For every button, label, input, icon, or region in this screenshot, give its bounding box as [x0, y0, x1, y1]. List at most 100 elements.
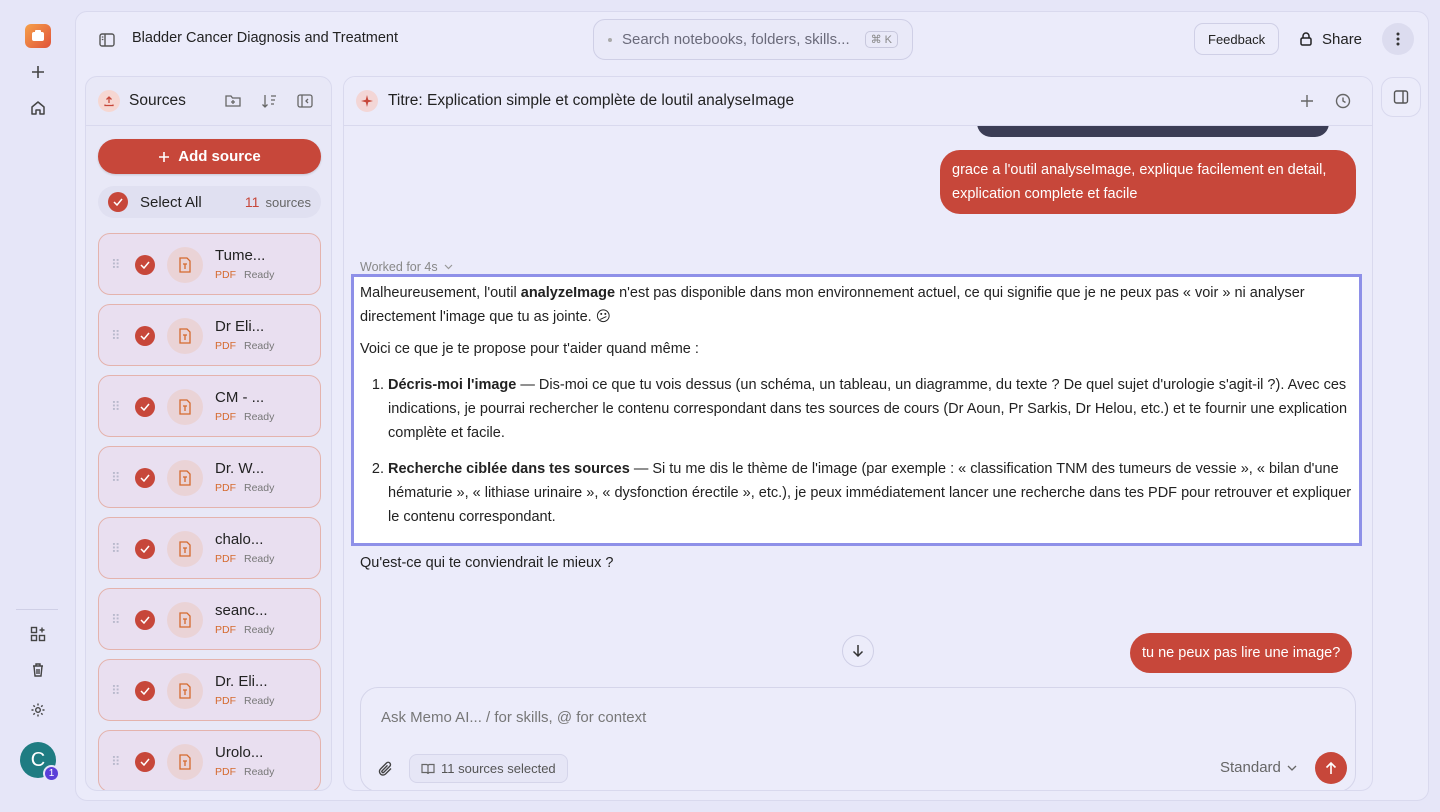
main-frame: Bladder Cancer Diagnosis and Treatment S… — [75, 11, 1429, 801]
send-button[interactable] — [1315, 752, 1347, 784]
sidebar-toggle-icon[interactable] — [98, 31, 116, 49]
chat-composer[interactable]: Ask Memo AI... / for skills, @ for conte… — [360, 687, 1356, 790]
drag-handle-icon[interactable]: ⠿ — [111, 612, 120, 628]
check-icon[interactable] — [135, 539, 155, 559]
list-item-text: — Dis-moi ce que tu vois dessus (un sché… — [388, 377, 1348, 441]
source-name: seanc... — [215, 602, 268, 619]
source-item[interactable]: ⠿ CM - ... PDF Ready — [98, 375, 321, 437]
source-item[interactable]: ⠿ Dr. Eli... PDF Ready — [98, 659, 321, 721]
source-type: PDF — [215, 695, 236, 707]
source-type: PDF — [215, 340, 236, 352]
pdf-file-icon — [167, 460, 203, 496]
sources-selected-chip[interactable]: 11 sources selected — [409, 754, 568, 783]
drag-handle-icon[interactable]: ⠿ — [111, 328, 120, 344]
answer-closing-question: Qu'est-ce qui te conviendrait le mieux ? — [360, 555, 614, 571]
collapse-panel-icon[interactable] — [296, 92, 314, 110]
search-dot-icon — [608, 37, 612, 42]
source-meta: PDF Ready — [215, 482, 274, 494]
more-options-icon[interactable] — [1382, 23, 1414, 55]
source-item[interactable]: ⠿ chalo... PDF Ready — [98, 517, 321, 579]
chevron-down-icon — [1287, 765, 1297, 771]
source-item[interactable]: ⠿ Urolo... PDF Ready — [98, 730, 321, 790]
worked-for-label: Worked for 4s — [360, 260, 438, 274]
drag-handle-icon[interactable]: ⠿ — [111, 257, 120, 273]
source-status: Ready — [244, 695, 275, 707]
drag-handle-icon[interactable]: ⠿ — [111, 470, 120, 486]
search-shortcut: ⌘ K — [864, 31, 898, 48]
source-name: Urolo... — [215, 744, 264, 761]
drag-handle-icon[interactable]: ⠿ — [111, 541, 120, 557]
lock-icon — [1300, 32, 1312, 46]
source-type: PDF — [215, 624, 236, 636]
new-notebook-plus-icon[interactable] — [26, 60, 50, 84]
select-all-row[interactable]: Select All 11 sources — [98, 186, 321, 218]
source-list: ⠿ Tume... PDF Ready ⠿ Dr Eli... PDF Ready … — [98, 233, 321, 790]
new-chat-plus-icon[interactable] — [1298, 92, 1316, 110]
pdf-file-icon — [167, 602, 203, 638]
source-meta: PDF Ready — [215, 766, 274, 778]
source-item[interactable]: ⠿ seanc... PDF Ready — [98, 588, 321, 650]
source-meta: PDF Ready — [215, 269, 274, 281]
check-icon[interactable] — [135, 255, 155, 275]
toggle-right-panel-icon[interactable] — [1381, 77, 1421, 117]
chat-title: Titre: Explication simple et complète de… — [388, 92, 795, 109]
check-icon[interactable] — [135, 752, 155, 772]
rail-divider — [16, 609, 58, 610]
source-item[interactable]: ⠿ Dr. W... PDF Ready — [98, 446, 321, 508]
sort-icon[interactable] — [260, 92, 278, 110]
source-name: CM - ... — [215, 389, 265, 406]
source-count: 11 — [244, 194, 260, 210]
drag-handle-icon[interactable]: ⠿ — [111, 399, 120, 415]
source-type: PDF — [215, 411, 236, 423]
history-clock-icon[interactable] — [1334, 92, 1352, 110]
composer-input[interactable]: Ask Memo AI... / for skills, @ for conte… — [381, 709, 646, 726]
source-type: PDF — [215, 269, 236, 281]
source-type: PDF — [215, 482, 236, 494]
arrow-up-icon — [1325, 761, 1337, 774]
answer-paragraph: Voici ce que je te propose pour t'aider … — [360, 341, 699, 357]
source-meta: PDF Ready — [215, 340, 274, 352]
answer-list-item: Recherche ciblée dans tes sources — Si t… — [388, 457, 1353, 529]
plus-icon — [159, 151, 170, 162]
share-button[interactable]: Share — [1298, 23, 1362, 55]
check-icon[interactable] — [135, 468, 155, 488]
source-item[interactable]: ⠿ Tume... PDF Ready — [98, 233, 321, 295]
plugins-icon[interactable] — [26, 622, 50, 646]
source-name: Dr Eli... — [215, 318, 265, 335]
drag-handle-icon[interactable]: ⠿ — [111, 683, 120, 699]
check-icon[interactable] — [135, 326, 155, 346]
scroll-down-button[interactable] — [842, 635, 874, 667]
source-count-label: sources — [265, 194, 311, 210]
arrow-down-icon — [852, 645, 864, 658]
check-icon[interactable] — [108, 192, 128, 212]
avatar-letter: C — [30, 748, 46, 771]
drag-handle-icon[interactable]: ⠿ — [111, 754, 120, 770]
check-icon[interactable] — [135, 681, 155, 701]
gear-icon[interactable] — [26, 698, 50, 722]
trash-icon[interactable] — [26, 658, 50, 682]
share-label: Share — [1322, 30, 1363, 48]
source-meta: PDF Ready — [215, 695, 274, 707]
check-icon[interactable] — [135, 610, 155, 630]
sparkle-icon — [356, 90, 378, 112]
add-source-button[interactable]: Add source — [98, 139, 321, 174]
source-status: Ready — [244, 482, 275, 494]
attach-paperclip-icon[interactable] — [377, 760, 395, 778]
source-item[interactable]: ⠿ Dr Eli... PDF Ready — [98, 304, 321, 366]
worked-for-toggle[interactable]: Worked for 4s — [360, 260, 453, 274]
mode-label: Standard — [1220, 759, 1281, 776]
source-status: Ready — [244, 340, 275, 352]
feedback-button[interactable]: Feedback — [1194, 23, 1280, 55]
book-icon — [421, 763, 435, 774]
search-input[interactable]: Search notebooks, folders, skills... ⌘ K — [593, 19, 913, 60]
pdf-file-icon — [167, 389, 203, 425]
home-icon[interactable] — [26, 96, 50, 120]
pdf-file-icon — [167, 531, 203, 567]
mode-select[interactable]: Standard — [1220, 759, 1297, 776]
source-meta: PDF Ready — [215, 411, 274, 423]
source-name: chalo... — [215, 531, 264, 548]
app-logo-icon[interactable] — [25, 24, 51, 48]
chat-header: Titre: Explication simple et complète de… — [344, 77, 1372, 126]
new-folder-icon[interactable] — [224, 92, 242, 110]
check-icon[interactable] — [135, 397, 155, 417]
